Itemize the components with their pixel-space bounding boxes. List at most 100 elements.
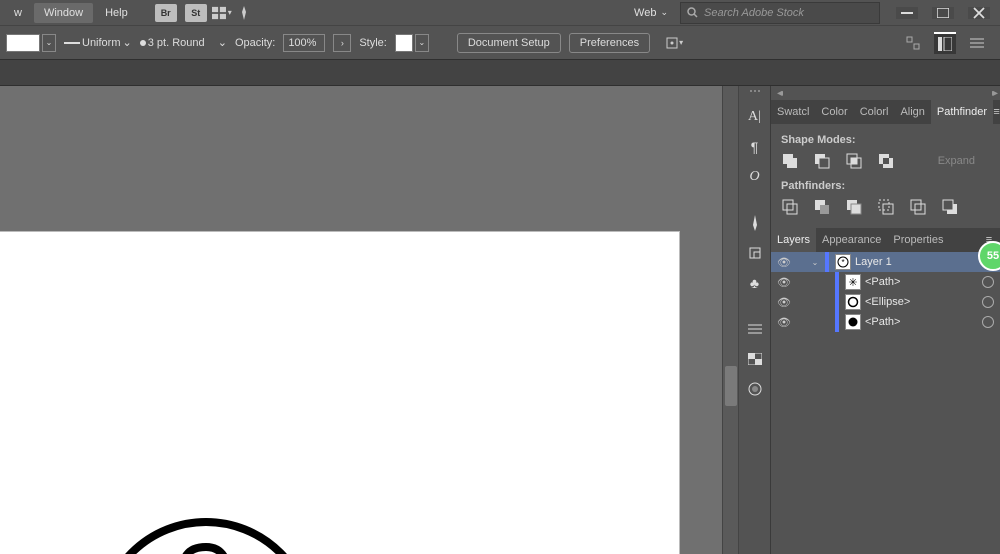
chevron-down-icon: ⌄ bbox=[660, 7, 668, 18]
layer-thumbnail-icon: ✳ bbox=[845, 274, 861, 290]
tab-appearance[interactable]: Appearance bbox=[816, 228, 887, 252]
step-badge: 55 bbox=[978, 241, 1000, 271]
collapsed-panel-strip: A| ¶ O ♣ bbox=[738, 86, 770, 554]
layer-name: <Path> bbox=[865, 276, 978, 288]
tab-swatches[interactable]: Swatcl bbox=[771, 100, 815, 124]
tab-pathfinder[interactable]: Pathfinder bbox=[931, 100, 993, 124]
menu-bar: w Window Help Br St ▾ Web ⌄ Search Adobe… bbox=[0, 0, 1000, 26]
layer-row[interactable]: 👁 ⌄ * Layer 1 bbox=[771, 252, 1000, 272]
target-icon[interactable] bbox=[982, 276, 994, 288]
trim-icon[interactable] bbox=[813, 198, 831, 216]
opacity-input[interactable] bbox=[283, 34, 325, 52]
bridge-chip-icon[interactable]: Br bbox=[155, 4, 177, 22]
symbols-panel-icon[interactable]: ♣ bbox=[744, 272, 766, 294]
canvas-area[interactable] bbox=[0, 86, 722, 554]
menu-item-truncated[interactable]: w bbox=[4, 3, 32, 23]
search-placeholder: Search Adobe Stock bbox=[704, 7, 804, 19]
preferences-button[interactable]: Preferences bbox=[569, 33, 650, 53]
tab-color[interactable]: Color bbox=[815, 100, 853, 124]
arrange-documents-icon[interactable]: ▾ bbox=[212, 3, 232, 23]
search-icon bbox=[687, 7, 698, 18]
document-setup-button[interactable]: Document Setup bbox=[457, 33, 561, 53]
intersect-icon[interactable] bbox=[845, 152, 863, 170]
opacity-flyout-icon[interactable]: › bbox=[333, 34, 351, 52]
tab-color-guide[interactable]: Colorl bbox=[854, 100, 895, 124]
edge-view-icon[interactable] bbox=[902, 32, 924, 54]
shape-modes-label: Shape Modes: bbox=[781, 134, 990, 146]
unite-icon[interactable] bbox=[781, 152, 799, 170]
target-icon[interactable] bbox=[982, 296, 994, 308]
pathfinders-label: Pathfinders: bbox=[781, 180, 990, 192]
layer-thumbnail-icon bbox=[845, 294, 861, 310]
transparency-panel-icon[interactable] bbox=[744, 348, 766, 370]
fill-stroke-swatch[interactable]: ⌄ bbox=[6, 32, 56, 54]
panel-menu-icon[interactable] bbox=[966, 32, 988, 54]
brushes-panel-icon[interactable] bbox=[744, 212, 766, 234]
opacity-label: Opacity: bbox=[235, 37, 275, 49]
merge-icon[interactable] bbox=[845, 198, 863, 216]
artboard bbox=[0, 231, 680, 554]
minus-back-icon[interactable] bbox=[941, 198, 959, 216]
layers-tabs: Layers Appearance Properties ≡ bbox=[771, 228, 1000, 252]
style-label: Style: bbox=[359, 37, 387, 49]
tab-layers[interactable]: Layers bbox=[771, 228, 816, 252]
paragraph-panel-icon[interactable]: ¶ bbox=[744, 136, 766, 158]
layer-thumbnail-icon bbox=[845, 314, 861, 330]
layer-row[interactable]: 👁 <Ellipse> bbox=[771, 292, 1000, 312]
crop-icon[interactable] bbox=[877, 198, 895, 216]
svg-text:*: * bbox=[841, 258, 844, 267]
graphic-style-dropdown[interactable]: ⌄ bbox=[395, 32, 429, 54]
control-bar: ⌄ Uniform ⌄ 3 pt. Round ⌄ Opacity: › Sty… bbox=[0, 26, 1000, 60]
menu-item-window[interactable]: Window bbox=[34, 3, 93, 23]
target-icon[interactable] bbox=[982, 316, 994, 328]
visibility-icon[interactable]: 👁 bbox=[777, 316, 791, 329]
divide-icon[interactable] bbox=[781, 198, 799, 216]
svg-text:✳: ✳ bbox=[848, 277, 857, 288]
layer-row[interactable]: 👁 <Path> bbox=[771, 312, 1000, 332]
layer-name: <Ellipse> bbox=[865, 296, 978, 308]
right-panels: ◂◂▸▸ Swatcl Color Colorl Align Pathfinde… bbox=[770, 86, 1000, 554]
stock-chip-icon[interactable]: St bbox=[185, 4, 207, 22]
vertical-scrollbar[interactable] bbox=[722, 86, 738, 554]
character-panel-icon[interactable]: A| bbox=[744, 106, 766, 128]
layer-row[interactable]: 👁 ✳ <Path> bbox=[771, 272, 1000, 292]
gpu-preview-icon[interactable] bbox=[234, 3, 254, 23]
pathfinder-tabs: Swatcl Color Colorl Align Pathfinder ≡ bbox=[771, 100, 1000, 124]
artwork-svg bbox=[86, 507, 326, 554]
gradient-panel-icon[interactable] bbox=[744, 378, 766, 400]
layers-body: 👁 ⌄ * Layer 1 👁 ✳ <Path> 👁 bbox=[771, 252, 1000, 332]
menu-item-help[interactable]: Help bbox=[95, 3, 138, 23]
search-adobe-stock[interactable]: Search Adobe Stock bbox=[680, 2, 880, 24]
stroke-profile-dropdown[interactable]: Uniform ⌄ bbox=[64, 36, 132, 49]
close-button[interactable] bbox=[968, 7, 990, 19]
minimize-button[interactable] bbox=[896, 7, 918, 19]
disclosure-icon[interactable]: ⌄ bbox=[809, 258, 821, 267]
workspace-switcher[interactable]: Web ⌄ bbox=[634, 7, 668, 19]
exclude-icon[interactable] bbox=[877, 152, 895, 170]
visibility-icon[interactable]: 👁 bbox=[777, 276, 791, 289]
main-area: A| ¶ O ♣ ◂◂▸▸ Swatcl Color Colorl Align … bbox=[0, 86, 1000, 554]
panel-grip-top[interactable]: ◂◂▸▸ bbox=[771, 86, 1000, 100]
align-to-icon[interactable]: ▾ bbox=[664, 33, 684, 53]
layer-name: Layer 1 bbox=[855, 256, 978, 268]
expand-button: Expand bbox=[923, 152, 990, 170]
minus-front-icon[interactable] bbox=[813, 152, 831, 170]
stroke-weight-dropdown[interactable]: 3 pt. Round ⌄ bbox=[140, 36, 227, 49]
workspace-label: Web bbox=[634, 7, 656, 19]
panel-layout-icon[interactable] bbox=[934, 32, 956, 54]
layer-name: <Path> bbox=[865, 316, 978, 328]
visibility-icon[interactable]: 👁 bbox=[777, 296, 791, 309]
tab-properties[interactable]: Properties bbox=[887, 228, 949, 252]
opentype-panel-icon[interactable]: O bbox=[744, 166, 766, 188]
layer-thumbnail-icon: * bbox=[835, 254, 851, 270]
stroke-panel-icon[interactable] bbox=[744, 318, 766, 340]
outline-icon[interactable] bbox=[909, 198, 927, 216]
document-tab-strip bbox=[0, 60, 1000, 86]
maximize-button[interactable] bbox=[932, 7, 954, 19]
visibility-icon[interactable]: 👁 bbox=[777, 256, 791, 269]
tab-align[interactable]: Align bbox=[894, 100, 930, 124]
panel-grip-icon[interactable] bbox=[746, 90, 764, 96]
scrollbar-thumb[interactable] bbox=[725, 366, 737, 406]
transform-panel-icon[interactable] bbox=[744, 242, 766, 264]
panel-menu-icon[interactable]: ≡ bbox=[993, 100, 1000, 124]
